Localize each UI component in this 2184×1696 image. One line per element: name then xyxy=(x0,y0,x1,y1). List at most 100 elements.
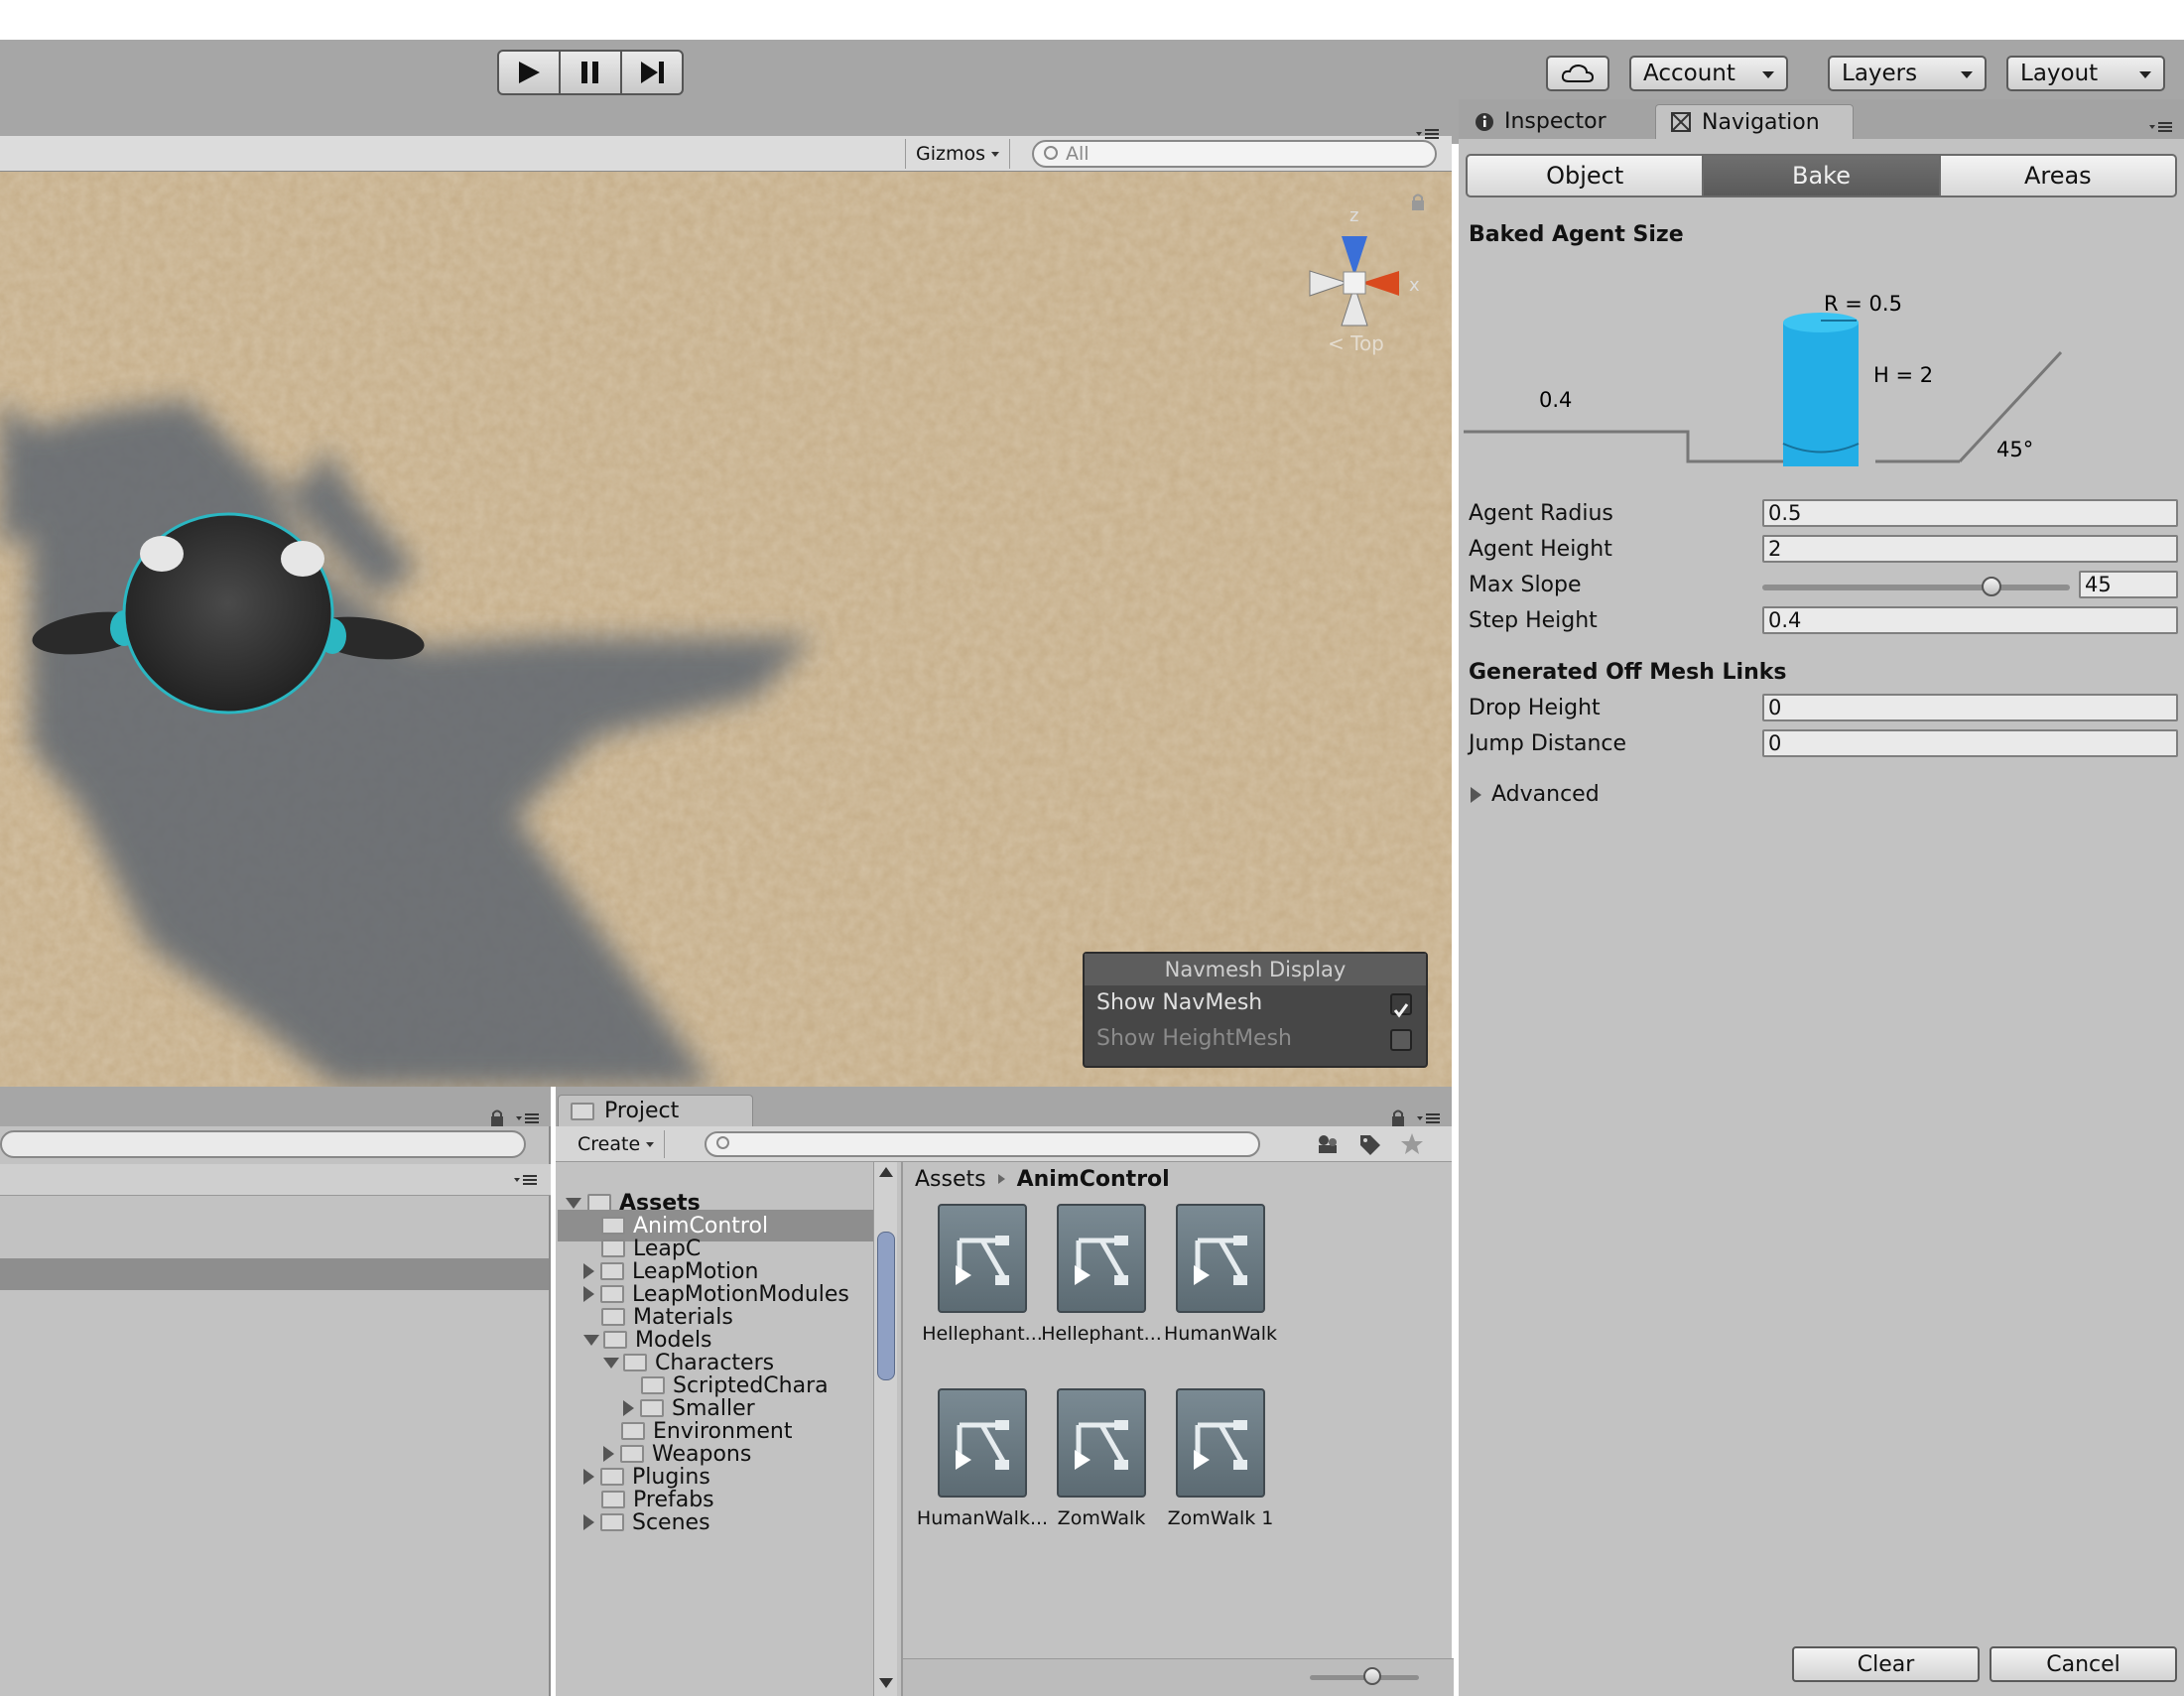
lock-icon[interactable] xyxy=(1389,1109,1407,1128)
asset-item[interactable]: HumanWalk xyxy=(1141,1204,1300,1345)
max-slope-slider-thumb[interactable] xyxy=(1982,577,2001,596)
pause-button[interactable] xyxy=(559,50,622,95)
tree-item-scenes[interactable]: Scenes xyxy=(558,1506,875,1538)
layers-dropdown[interactable]: Layers xyxy=(1828,56,1987,91)
playback-controls xyxy=(497,50,684,95)
diagram-radius-label: R = 0.5 xyxy=(1824,292,1902,316)
favorites-star-icon[interactable] xyxy=(1399,1131,1425,1157)
lock-icon[interactable] xyxy=(1409,192,1427,213)
checkmark-icon xyxy=(1393,1003,1409,1018)
step-height-label: Step Height xyxy=(1469,608,1598,633)
jump-distance-label: Jump Distance xyxy=(1469,731,1627,756)
navigation-icon xyxy=(1671,112,1691,132)
animator-controller-icon xyxy=(938,1204,1027,1313)
tree-scrollbar[interactable] xyxy=(873,1162,897,1696)
cancel-button[interactable]: Cancel xyxy=(1990,1646,2177,1682)
hierarchy-panel xyxy=(0,1087,551,1696)
folder-icon xyxy=(600,1513,624,1531)
icon-size-slider-thumb[interactable] xyxy=(1363,1667,1381,1685)
asset-item[interactable]: ZomWalk 1 xyxy=(1141,1388,1300,1529)
tab-navigation-label: Navigation xyxy=(1702,109,1820,135)
breadcrumb-current: AnimControl xyxy=(1016,1166,1170,1192)
asset-label: HumanWalk xyxy=(1163,1323,1278,1345)
orientation-gizmo[interactable]: z x < Top xyxy=(1280,192,1429,370)
gizmos-dropdown[interactable]: Gizmos xyxy=(905,139,1011,169)
chevron-down-icon xyxy=(583,1334,599,1346)
cloud-button[interactable] xyxy=(1546,56,1609,91)
filter-by-type-icon[interactable] xyxy=(1315,1132,1341,1156)
agent-radius-field[interactable]: 0.5 xyxy=(1762,499,2178,527)
tab-project[interactable]: Project xyxy=(558,1095,753,1126)
show-heightmesh-label: Show HeightMesh xyxy=(1096,1026,1293,1051)
jump-distance-field[interactable]: 0 xyxy=(1762,729,2178,757)
panel-menu-icon[interactable] xyxy=(1414,126,1442,142)
project-search-input[interactable] xyxy=(705,1131,1260,1157)
show-navmesh-row[interactable]: Show NavMesh xyxy=(1085,985,1426,1021)
step-button[interactable] xyxy=(620,50,684,95)
play-button[interactable] xyxy=(497,50,561,95)
diagram-slope-label: 45° xyxy=(1996,438,2033,461)
inspector-tabbar: Inspector Navigation xyxy=(1459,99,2184,139)
chevron-right-icon xyxy=(603,1446,614,1462)
asset-zoom-bar xyxy=(903,1658,1454,1696)
navigation-mode-segments: Object Bake Areas xyxy=(1466,154,2177,197)
agent-height-field[interactable]: 2 xyxy=(1762,535,2178,563)
show-navmesh-checkbox[interactable] xyxy=(1390,993,1412,1018)
account-dropdown[interactable]: Account xyxy=(1629,56,1788,91)
panel-menu-icon[interactable] xyxy=(1415,1110,1443,1126)
chevron-down-icon xyxy=(646,1141,655,1147)
panel-menu-icon[interactable] xyxy=(512,1172,540,1188)
scene-viewport[interactable]: z x < Top Navmesh Display Show NavMesh S… xyxy=(0,172,1452,1087)
tab-inspector[interactable]: Inspector xyxy=(1461,104,1620,139)
create-dropdown[interactable]: Create xyxy=(568,1130,666,1158)
panel-menu-icon[interactable] xyxy=(2147,119,2175,135)
filter-by-label-icon[interactable] xyxy=(1357,1132,1383,1156)
max-slope-slider[interactable] xyxy=(1762,585,2070,590)
chevron-right-icon xyxy=(583,1286,594,1302)
animator-controller-icon xyxy=(1176,1388,1265,1498)
max-slope-field[interactable]: 45 xyxy=(2079,571,2178,598)
chevron-down-icon xyxy=(603,1357,619,1369)
panel-menu-icon[interactable] xyxy=(514,1110,542,1126)
scroll-up-icon[interactable] xyxy=(879,1167,893,1177)
inspector-panel: Inspector Navigation Object Bake Areas B… xyxy=(1459,99,2184,1696)
play-icon xyxy=(519,62,540,83)
chevron-right-icon xyxy=(583,1263,594,1279)
agent-radius-label: Agent Radius xyxy=(1469,501,1613,526)
tab-inspector-label: Inspector xyxy=(1504,109,1606,134)
scene-search-input[interactable]: All xyxy=(1032,140,1437,168)
animator-controller-icon xyxy=(1057,1388,1146,1498)
create-label: Create xyxy=(578,1133,641,1155)
advanced-foldout[interactable]: Advanced xyxy=(1471,782,1600,807)
gizmos-label: Gizmos xyxy=(916,143,986,165)
chevron-down-icon xyxy=(566,1197,581,1209)
axis-x-label: x xyxy=(1409,275,1420,296)
chevron-down-icon xyxy=(1961,71,1973,78)
hierarchy-selected-row[interactable] xyxy=(0,1258,549,1290)
breadcrumb-root[interactable]: Assets xyxy=(915,1167,986,1192)
info-icon xyxy=(1476,112,1493,131)
tab-navigation[interactable]: Navigation xyxy=(1655,104,1854,139)
show-heightmesh-checkbox[interactable] xyxy=(1390,1029,1412,1051)
animator-controller-icon xyxy=(1057,1204,1146,1313)
drop-height-field[interactable]: 0 xyxy=(1762,694,2178,721)
hierarchy-search-input[interactable] xyxy=(0,1130,526,1158)
tree-scrollbar-thumb[interactable] xyxy=(877,1232,895,1380)
step-icon xyxy=(641,62,664,83)
scroll-down-icon[interactable] xyxy=(879,1678,893,1688)
layout-dropdown[interactable]: Layout xyxy=(2006,56,2165,91)
navmesh-display-title: Navmesh Display xyxy=(1085,954,1426,985)
axis-z-label: z xyxy=(1349,205,1358,226)
pause-icon xyxy=(581,62,598,83)
lock-icon[interactable] xyxy=(488,1109,506,1128)
diagram-height-label: H = 2 xyxy=(1873,363,1933,387)
segment-areas[interactable]: Areas xyxy=(1938,154,2177,197)
animator-controller-icon xyxy=(938,1388,1027,1498)
clear-button[interactable]: Clear xyxy=(1792,1646,1980,1682)
scene-ground-image xyxy=(0,172,1452,1087)
segment-bake[interactable]: Bake xyxy=(1702,154,1941,197)
step-height-field[interactable]: 0.4 xyxy=(1762,606,2178,634)
hierarchy-header xyxy=(0,1164,551,1196)
show-heightmesh-row[interactable]: Show HeightMesh xyxy=(1085,1021,1426,1057)
segment-object[interactable]: Object xyxy=(1466,154,1705,197)
